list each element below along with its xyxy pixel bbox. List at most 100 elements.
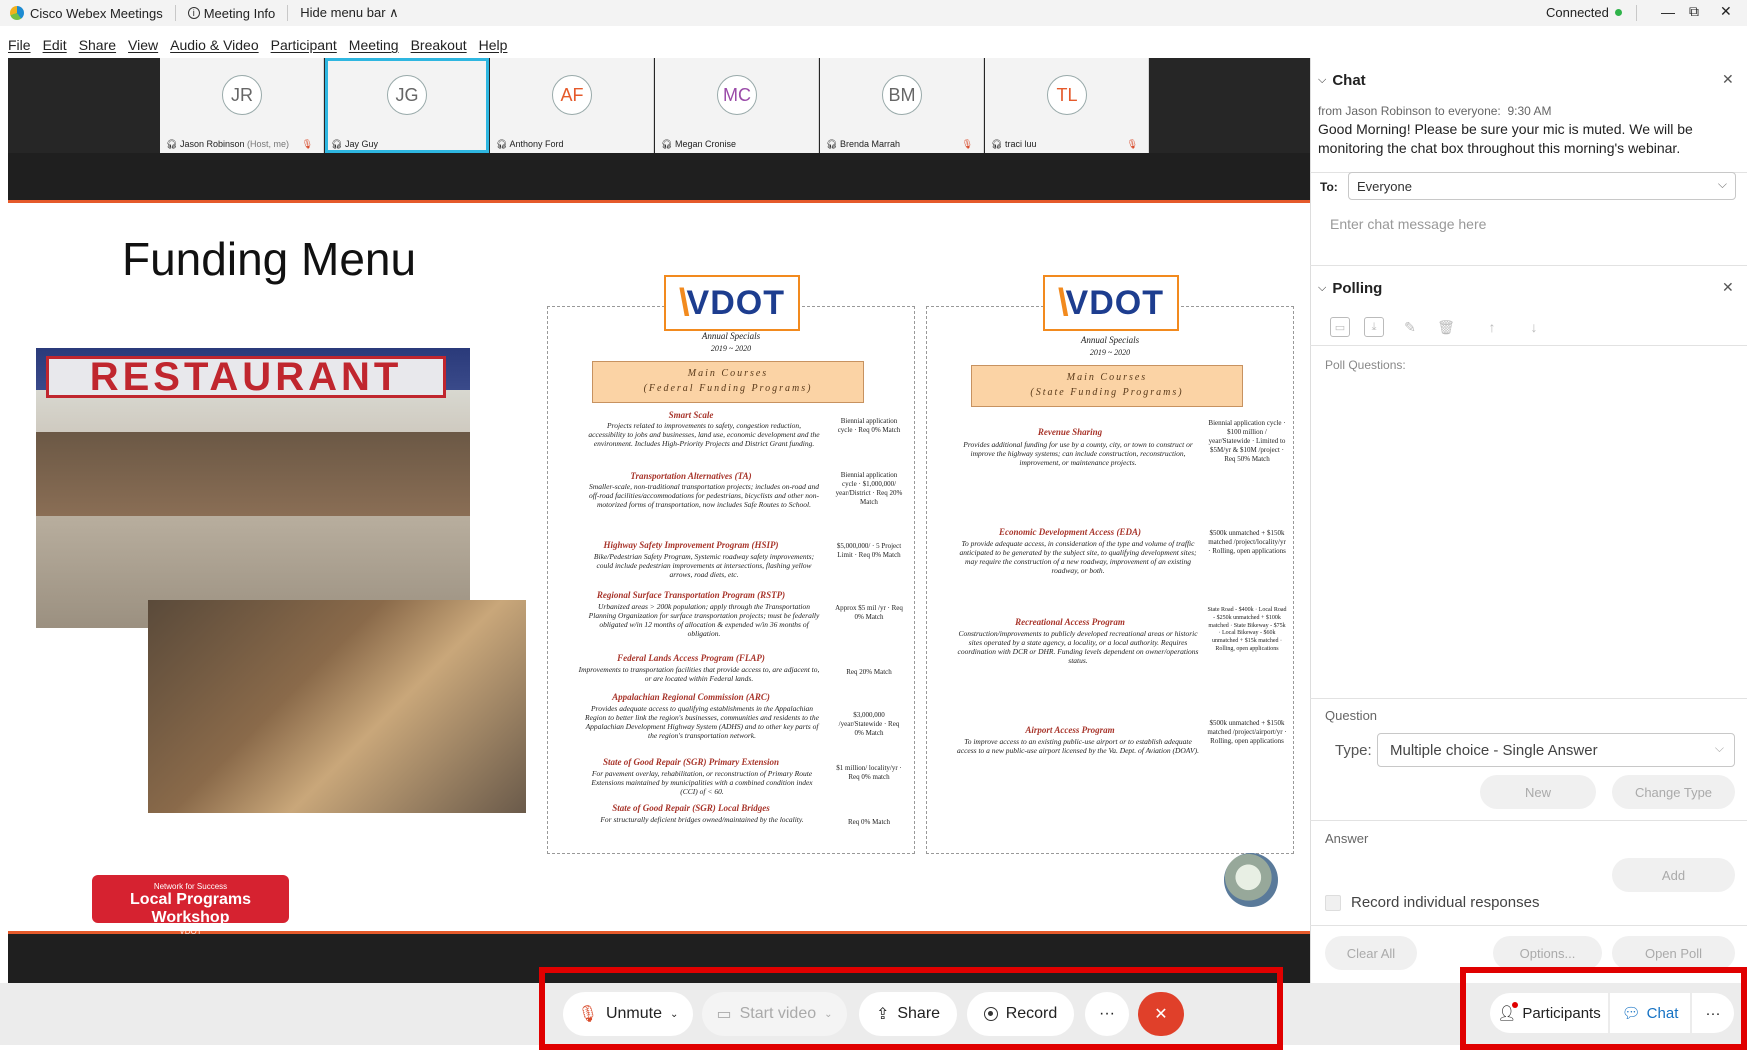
chat-message-text: Good Morning! Please be sure your mic is…: [1318, 121, 1693, 156]
avatar: JR: [222, 75, 262, 115]
close-window-button[interactable]: ✕: [1720, 3, 1732, 20]
muted-mic-icon: 🎙︎: [1126, 139, 1138, 149]
delete-icon[interactable]: 🗑︎: [1436, 317, 1456, 337]
participant-strip: JR 🎧︎ Jason Robinson (Host, me) 🎙︎ JG 🎧︎…: [8, 58, 1310, 153]
mic-icon: 🎧︎: [496, 139, 508, 149]
info-icon: i: [187, 7, 200, 19]
participant-name: traci luu: [1004, 139, 1037, 149]
chevron-down-icon: ⌵: [1318, 282, 1327, 294]
close-polling-button[interactable]: ✕: [1722, 279, 1734, 296]
participant-tile[interactable]: MC 🎧︎ Megan Cronise: [655, 58, 819, 153]
chat-input[interactable]: Enter chat message here: [1330, 216, 1730, 232]
record-icon: [983, 1007, 998, 1021]
participant-name: Jason Robinson: [179, 139, 245, 149]
options-button[interactable]: Options...: [1493, 936, 1602, 970]
more-panels-button[interactable]: ···: [1692, 993, 1734, 1033]
chat-panel-header[interactable]: ⌵ Chat: [1318, 72, 1366, 89]
mic-icon: 🎧︎: [991, 139, 1003, 149]
app-title: Cisco Webex Meetings: [30, 5, 163, 21]
diner-photo: [148, 600, 526, 813]
more-options-button[interactable]: ···: [1085, 992, 1129, 1036]
close-icon: ✕: [1154, 1006, 1168, 1023]
open-poll-button[interactable]: Open Poll: [1612, 936, 1735, 970]
avatar: JG: [387, 75, 427, 115]
host-tag: (Host, me): [247, 139, 290, 149]
muted-mic-icon: 🎙︎: [961, 139, 973, 149]
webex-logo-icon: [10, 6, 24, 20]
chat-icon: 💬︎: [1621, 1005, 1641, 1022]
presenter-avatar-icon[interactable]: [1224, 853, 1278, 907]
edit-icon[interactable]: ✎: [1400, 317, 1420, 337]
clear-all-button[interactable]: Clear All: [1325, 936, 1417, 970]
polling-panel-header[interactable]: ⌵ Polling: [1318, 280, 1382, 297]
video-off-icon: ▭: [716, 1006, 732, 1023]
close-chat-button[interactable]: ✕: [1722, 71, 1734, 88]
title-bar: Cisco Webex Meetings i Meeting Info Hide…: [0, 0, 1747, 26]
vdot-logo: \ VDOT: [1043, 275, 1179, 331]
chat-recipient-select[interactable]: Everyone ⌵: [1348, 172, 1736, 200]
avatar: AF: [552, 75, 592, 115]
chat-panel-button[interactable]: 💬︎ Chat: [1610, 993, 1690, 1033]
unmute-button[interactable]: 🎙︎ Unmute ⌄: [563, 992, 693, 1036]
open-poll-file-icon[interactable]: ▭: [1330, 317, 1350, 337]
participant-tile[interactable]: TL 🎧︎ traci luu 🎙︎: [985, 58, 1149, 153]
menu-file[interactable]: File: [8, 37, 31, 53]
question-label: Question: [1325, 708, 1378, 723]
participant-name: Megan Cronise: [674, 139, 736, 149]
menu-view[interactable]: View: [128, 37, 158, 53]
chevron-down-icon: ⌄: [669, 1008, 679, 1020]
start-video-button[interactable]: ▭ Start video ⌄: [702, 992, 847, 1036]
connected-dot-icon: [1614, 9, 1622, 16]
menu-participant[interactable]: Participant: [271, 37, 337, 53]
participant-tile[interactable]: AF 🎧︎ Anthony Ford: [490, 58, 654, 153]
chat-message-meta: from Jason Robinson to everyone: 9:30 AM: [1318, 104, 1552, 118]
vdot-logo: \ VDOT: [664, 275, 800, 331]
restaurant-sign: RESTAURANT: [46, 356, 446, 398]
record-button[interactable]: Record: [967, 992, 1074, 1036]
avatar: MC: [717, 75, 757, 115]
question-type-select[interactable]: Multiple choice - Single Answer ⌵: [1377, 733, 1735, 767]
participant-name: Jay Guy: [344, 139, 378, 149]
menu-audio-video[interactable]: Audio & Video: [170, 37, 258, 53]
participant-tile[interactable]: BM 🎧︎ Brenda Marrah 🎙︎: [820, 58, 984, 153]
muted-mic-icon: 🎙︎: [577, 1006, 598, 1023]
move-down-icon[interactable]: ↓: [1524, 317, 1544, 337]
to-label: To:: [1320, 180, 1338, 194]
avatar: BM: [882, 75, 922, 115]
avatar: TL: [1047, 75, 1087, 115]
change-type-button[interactable]: Change Type: [1612, 775, 1735, 809]
share-button[interactable]: ⇪ Share: [859, 992, 957, 1036]
record-individual-responses[interactable]: Record individual responses: [1325, 894, 1539, 911]
participant-tile-active-speaker[interactable]: JG 🎧︎ Jay Guy: [325, 58, 489, 153]
poll-questions-label: Poll Questions:: [1325, 358, 1406, 372]
move-up-icon[interactable]: ↑: [1482, 317, 1502, 337]
connection-status: Connected: [1546, 5, 1622, 20]
more-icon: ···: [1099, 1005, 1115, 1022]
mic-icon: 🎧︎: [661, 139, 673, 149]
menu-edit[interactable]: Edit: [43, 37, 67, 53]
menu-meeting[interactable]: Meeting: [349, 37, 399, 53]
workshop-badge-logo: Network for Success Local Programs Works…: [92, 875, 289, 936]
hide-menu-bar-button[interactable]: Hide menu bar ∧: [300, 5, 398, 21]
meeting-info-button[interactable]: i Meeting Info: [187, 6, 275, 21]
participants-panel-button[interactable]: 👤︎ Participants: [1490, 993, 1608, 1033]
menu-help[interactable]: Help: [479, 37, 508, 53]
menu-breakout[interactable]: Breakout: [411, 37, 467, 53]
main-courses-box: Main Courses (State Funding Programs): [971, 365, 1243, 407]
checkbox[interactable]: [1325, 894, 1341, 911]
save-poll-icon[interactable]: ⤓: [1364, 317, 1384, 337]
slide-title: Funding Menu: [122, 233, 417, 285]
maximize-button[interactable]: ⧉: [1689, 3, 1699, 20]
participant-tile[interactable]: JR 🎧︎ Jason Robinson (Host, me) 🎙︎: [160, 58, 324, 153]
add-answer-button[interactable]: Add: [1612, 858, 1735, 892]
federal-menu-card: \ VDOT Annual Specials 2019 ~ 2020 Main C…: [547, 275, 915, 854]
answer-label: Answer: [1325, 831, 1369, 846]
state-menu-card: \ VDOT Annual Specials 2019 ~ 2020 Main C…: [926, 275, 1294, 854]
chevron-down-icon: ⌄: [824, 1008, 833, 1020]
new-question-button[interactable]: New: [1480, 775, 1596, 809]
menu-bar: File Edit Share View Audio & Video Parti…: [0, 34, 1747, 56]
minimize-button[interactable]: —: [1661, 4, 1675, 20]
menu-share[interactable]: Share: [79, 37, 116, 53]
end-meeting-button[interactable]: ✕: [1138, 992, 1184, 1036]
more-icon: ···: [1705, 1004, 1721, 1022]
